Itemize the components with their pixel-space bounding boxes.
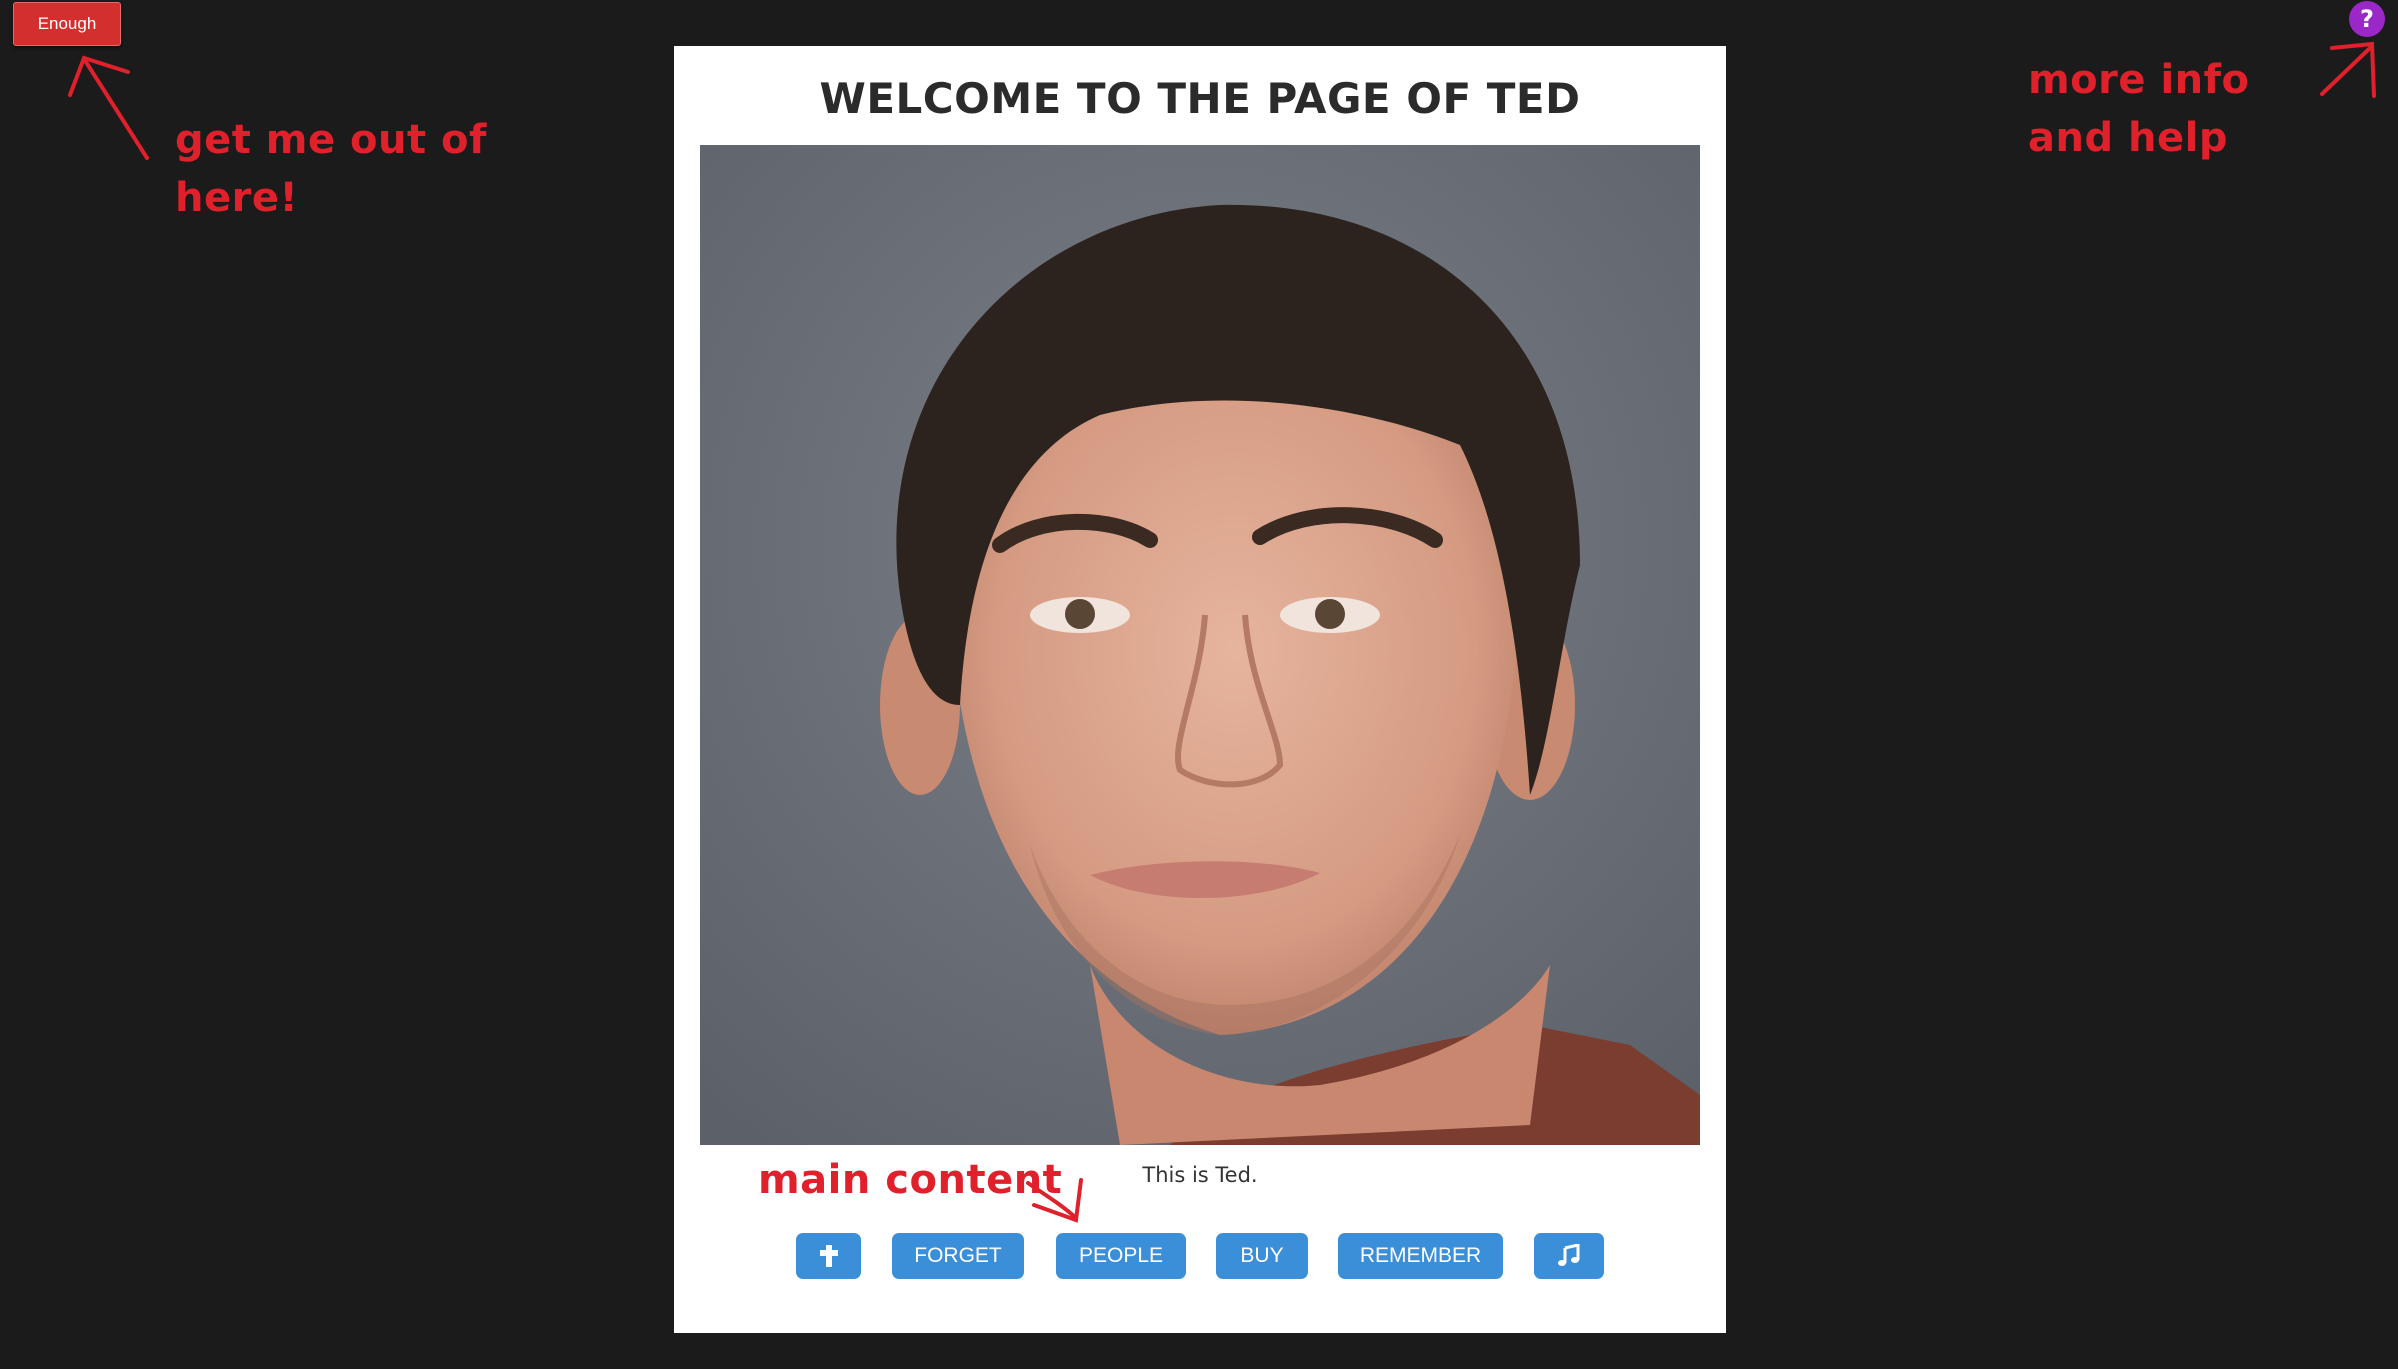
ted-photo [700, 145, 1700, 1145]
main-panel: WELCOME TO THE PAGE OF TED This is Ted. … [674, 46, 1726, 1333]
buy-button[interactable]: BUY [1216, 1233, 1308, 1279]
exit-arrow [68, 55, 149, 160]
page: Enough ? get me out of here! more info a… [0, 0, 2398, 1369]
people-button[interactable]: PEOPLE [1056, 1233, 1186, 1279]
help-button[interactable]: ? [2349, 1, 2385, 37]
cross-button[interactable] [796, 1233, 861, 1279]
forget-button[interactable]: FORGET [892, 1233, 1024, 1279]
page-title: WELCOME TO THE PAGE OF TED [819, 74, 1581, 123]
music-note-icon [1558, 1244, 1580, 1266]
music-button[interactable] [1534, 1233, 1604, 1279]
portrait-image [700, 145, 1700, 1145]
nav-button-row: FORGET PEOPLE BUY REMEMBER [674, 1233, 1726, 1281]
remember-button[interactable]: REMEMBER [1338, 1233, 1503, 1279]
exit-annotation: get me out of here! [175, 117, 487, 221]
help-arrow [2320, 41, 2376, 98]
help-icon: ? [2360, 5, 2374, 33]
enough-button[interactable]: Enough [13, 2, 121, 46]
main-content-annotation: main content [758, 1157, 1063, 1203]
cross-icon [819, 1245, 838, 1267]
help-annotation: more info and help [2028, 57, 2250, 161]
